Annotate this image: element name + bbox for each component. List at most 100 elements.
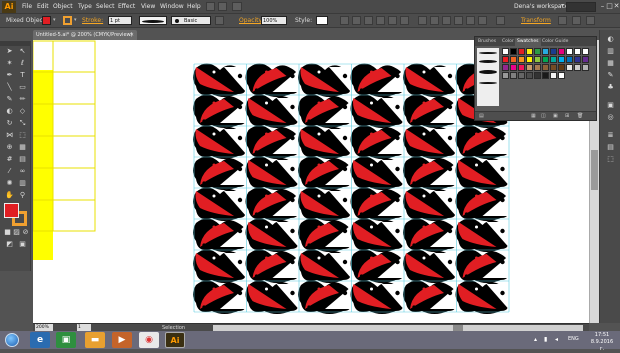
brush-item[interactable] xyxy=(479,52,497,54)
column-graph-tool-icon[interactable]: ▥ xyxy=(17,178,28,188)
color-swatch[interactable] xyxy=(502,72,509,79)
illustrator-taskbar-button[interactable]: Ai xyxy=(165,332,185,348)
color-swatch[interactable] xyxy=(518,64,525,71)
align-icon[interactable] xyxy=(340,16,349,25)
menu-window[interactable]: Window xyxy=(160,3,184,10)
network-icon[interactable]: ▮ xyxy=(544,336,547,343)
align-icon[interactable] xyxy=(376,16,385,25)
layers-icon[interactable]: ≣ xyxy=(605,130,616,140)
language-indicator[interactable]: ENG xyxy=(568,336,579,342)
chevron-down-icon[interactable]: ▾ xyxy=(74,17,77,23)
color-swatch[interactable] xyxy=(526,56,533,63)
color-swatch[interactable] xyxy=(574,56,581,63)
align-icon[interactable] xyxy=(400,16,409,25)
style-swatch[interactable] xyxy=(316,16,328,25)
brushes-icon[interactable]: ✎ xyxy=(605,70,616,80)
color-swatch[interactable] xyxy=(542,72,549,79)
fill-color-tool[interactable] xyxy=(4,203,19,218)
swatch-options-icon[interactable]: ◫ xyxy=(541,113,547,119)
symbol-sprayer-tool-icon[interactable]: ✺ xyxy=(4,178,15,188)
color-swatch[interactable] xyxy=(550,72,557,79)
maximize-button[interactable]: □ xyxy=(606,2,613,11)
artboard-number-field[interactable]: 1 xyxy=(77,324,91,331)
align-icon[interactable] xyxy=(388,16,397,25)
color-swatch[interactable] xyxy=(550,56,557,63)
color-swatch[interactable] xyxy=(534,56,541,63)
magic-wand-tool-icon[interactable]: ✶ xyxy=(4,58,15,68)
appearance-icon[interactable]: ◎ xyxy=(605,112,616,122)
color-swatch[interactable] xyxy=(582,64,589,71)
new-swatch-icon[interactable]: ⊞ xyxy=(565,113,571,119)
menu-edit[interactable]: Edit xyxy=(37,3,49,10)
distribute-icon[interactable] xyxy=(478,16,487,25)
folder-icon[interactable]: ▬ xyxy=(85,332,105,348)
opacity-label[interactable]: Opacity: xyxy=(239,17,264,24)
color-swatch[interactable] xyxy=(558,56,565,63)
brush-list[interactable] xyxy=(477,48,499,106)
clock[interactable]: 17:51 8.9.2016 г. xyxy=(588,332,616,353)
color-swatch[interactable] xyxy=(534,48,541,55)
close-button[interactable]: ✕ xyxy=(613,2,620,11)
tab-color[interactable]: Color xyxy=(500,38,516,46)
none-mode-icon[interactable]: ⊘ xyxy=(20,227,31,237)
stroke-profile-dropdown[interactable]: Basic xyxy=(171,16,211,25)
isolate-icon[interactable] xyxy=(558,16,567,25)
stroke-color-swatch[interactable] xyxy=(63,16,72,25)
transform-link[interactable]: Transform xyxy=(521,17,551,24)
gradient-tool-icon[interactable]: ▤ xyxy=(17,154,28,164)
search-input[interactable] xyxy=(566,2,596,12)
color-swatch[interactable] xyxy=(558,48,565,55)
artboards-icon[interactable]: ▤ xyxy=(605,142,616,152)
pencil-tool-icon[interactable]: ✏ xyxy=(17,94,28,104)
align-icon[interactable] xyxy=(364,16,373,25)
eraser-tool-icon[interactable]: ◇ xyxy=(17,106,28,116)
bridge-icon[interactable] xyxy=(206,2,215,11)
color-swatch[interactable] xyxy=(542,56,549,63)
eyedropper-tool-icon[interactable]: ⁄ xyxy=(4,166,15,176)
color-swatch[interactable] xyxy=(574,64,581,71)
panel-menu-icon[interactable] xyxy=(586,16,595,25)
color-swatch[interactable] xyxy=(502,56,509,63)
stroke-weight-field[interactable]: 1 pt xyxy=(108,16,132,25)
scrollbar-thumb[interactable] xyxy=(591,150,598,190)
document-tab[interactable]: Untitled-5.ai* @ 200% (CMYK/Preview) ✕ xyxy=(33,30,137,40)
screen-mode-icon[interactable]: ▣ xyxy=(17,239,28,249)
color-swatch[interactable] xyxy=(526,64,533,71)
menu-object[interactable]: Object xyxy=(53,3,73,10)
type-tool-icon[interactable]: T xyxy=(17,70,28,80)
color-swatch[interactable] xyxy=(566,56,573,63)
pen-tool-icon[interactable]: ✒ xyxy=(4,70,15,80)
color-swatch[interactable] xyxy=(510,56,517,63)
color-swatch[interactable] xyxy=(534,64,541,71)
stroke-label[interactable]: Stroke: xyxy=(82,17,103,24)
graphic-styles-icon[interactable]: ▣ xyxy=(605,100,616,110)
shape-builder-tool-icon[interactable]: ⊕ xyxy=(4,142,15,152)
tab-brushes[interactable]: Brushes xyxy=(476,38,498,46)
color-swatch[interactable] xyxy=(558,72,565,79)
menu-effect[interactable]: Effect xyxy=(118,3,135,10)
minimize-button[interactable]: – xyxy=(599,2,606,11)
blob-brush-tool-icon[interactable]: ◐ xyxy=(4,106,15,116)
menu-type[interactable]: Type xyxy=(78,3,92,10)
color-swatch[interactable] xyxy=(550,48,557,55)
start-button[interactable] xyxy=(5,333,19,347)
color-swatch[interactable] xyxy=(550,64,557,71)
color-swatch[interactable] xyxy=(558,64,565,71)
opacity-field[interactable]: 100% xyxy=(261,16,287,25)
rectangle-tool-icon[interactable]: ▭ xyxy=(17,82,28,92)
store-icon[interactable]: ▣ xyxy=(56,332,76,348)
graphic-style-icon[interactable] xyxy=(215,16,224,25)
free-transform-tool-icon[interactable]: ⬚ xyxy=(17,130,28,140)
color-swatch[interactable] xyxy=(510,64,517,71)
menu-view[interactable]: View xyxy=(141,3,155,10)
color-swatch[interactable] xyxy=(518,72,525,79)
symbols-icon[interactable]: ♣ xyxy=(605,82,616,92)
color-swatch[interactable] xyxy=(502,48,509,55)
color-swatch[interactable] xyxy=(518,48,525,55)
color-swatch[interactable] xyxy=(566,48,573,55)
menu-help[interactable]: Help xyxy=(187,3,201,10)
tab-swatches[interactable]: Swatches xyxy=(515,38,541,46)
color-swatch[interactable] xyxy=(534,72,541,79)
delete-icon[interactable]: 🗑 xyxy=(577,113,583,119)
zoom-field[interactable]: 200% xyxy=(35,324,53,331)
